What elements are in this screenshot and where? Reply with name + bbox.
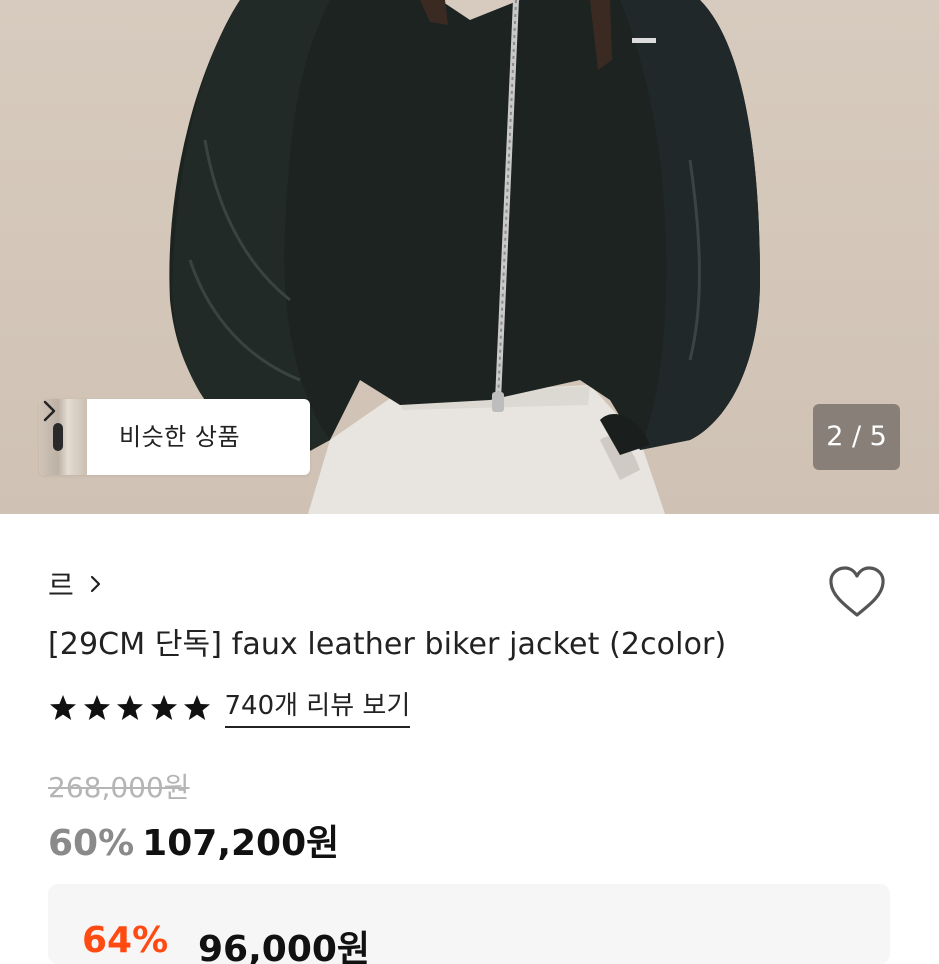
review-link[interactable]: 740개 리뷰 보기 [224, 688, 411, 728]
similar-products-button[interactable]: 비슷한 상품 [39, 399, 310, 475]
coupon-discount-rate: 64% [82, 920, 169, 961]
star-icon [184, 695, 210, 720]
star-icon [50, 695, 76, 720]
coupon-price: 96,000원 [198, 929, 371, 964]
product-title: [29CM 단독] faux leather biker jacket (2co… [48, 627, 727, 662]
star-icon [117, 695, 143, 720]
product-photo[interactable]: 비슷한 상품 2 / 5 [0, 0, 939, 514]
image-page-counter: 2 / 5 [813, 404, 900, 470]
discount-rate: 60% [48, 823, 135, 864]
rating-stars [48, 693, 216, 723]
star-icon [83, 695, 110, 720]
chevron-right-icon [43, 400, 56, 422]
brand-name: 르 [48, 569, 74, 602]
star-icon [150, 695, 177, 720]
brand-link[interactable]: 르 [48, 563, 104, 605]
original-price: 268,000원 [48, 771, 190, 804]
chevron-right-icon [90, 575, 100, 593]
sale-price: 107,200원 [142, 823, 340, 864]
similar-products-label: 비슷한 상품 [119, 423, 241, 451]
coupon-price-box[interactable]: 64% 96,000원 [48, 884, 890, 964]
rating-row: 740개 리뷰 보기 [48, 684, 411, 732]
sale-price-row: 60% 107,200원 [48, 814, 339, 866]
heart-outline-icon[interactable] [826, 563, 888, 621]
